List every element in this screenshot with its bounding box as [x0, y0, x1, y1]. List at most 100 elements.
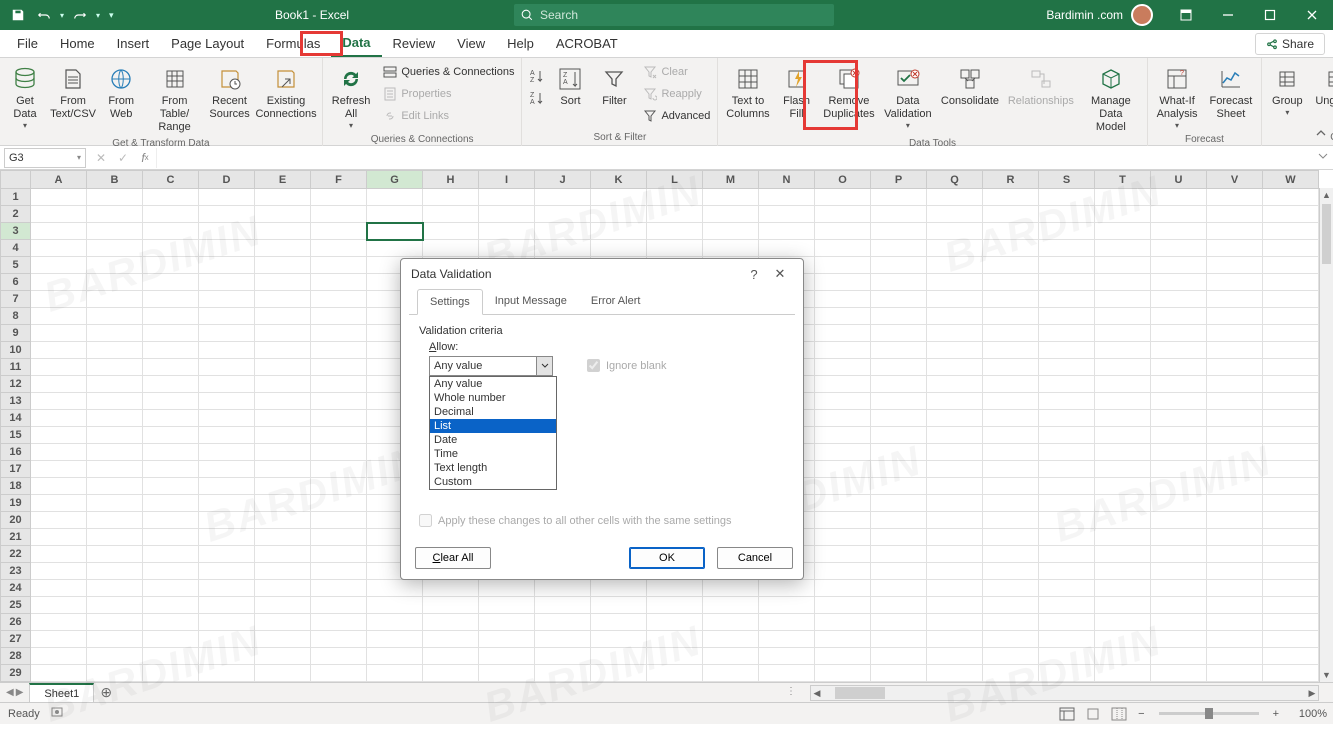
add-sheet-button[interactable]: ⊕ [94, 683, 118, 702]
column-header[interactable]: D [199, 171, 255, 189]
cell[interactable] [815, 206, 871, 223]
column-header[interactable]: P [871, 171, 927, 189]
group-rows-button[interactable]: Group▾ [1266, 62, 1308, 119]
cell[interactable] [1263, 257, 1319, 274]
cell[interactable] [983, 308, 1039, 325]
cell[interactable] [199, 223, 255, 240]
cell[interactable] [871, 665, 927, 682]
cell[interactable] [311, 189, 367, 206]
column-header[interactable]: E [255, 171, 311, 189]
chevron-down-icon[interactable]: ▾ [77, 153, 81, 162]
cell[interactable] [87, 342, 143, 359]
cell[interactable] [815, 580, 871, 597]
cell[interactable] [1263, 665, 1319, 682]
cell[interactable] [143, 257, 199, 274]
cell[interactable] [1207, 427, 1263, 444]
cell[interactable] [983, 665, 1039, 682]
cell[interactable] [143, 529, 199, 546]
cell[interactable] [1095, 359, 1151, 376]
cell[interactable] [815, 546, 871, 563]
cell[interactable] [815, 563, 871, 580]
cell[interactable] [1151, 410, 1207, 427]
cell[interactable] [31, 223, 87, 240]
minimize-button[interactable] [1207, 0, 1249, 30]
cell[interactable] [1039, 410, 1095, 427]
cell[interactable] [255, 189, 311, 206]
cell[interactable] [871, 563, 927, 580]
column-header[interactable]: N [759, 171, 815, 189]
cell[interactable] [927, 393, 983, 410]
recent-sources-button[interactable]: RecentSources [207, 62, 252, 123]
cell[interactable] [31, 529, 87, 546]
cell[interactable] [1207, 512, 1263, 529]
column-header[interactable]: G [367, 171, 423, 189]
cell[interactable] [423, 206, 479, 223]
cell[interactable] [143, 359, 199, 376]
row-header[interactable]: 1 [1, 189, 31, 206]
cell[interactable] [311, 478, 367, 495]
cell[interactable] [1263, 240, 1319, 257]
cell[interactable] [871, 580, 927, 597]
cell[interactable] [423, 580, 479, 597]
text-to-columns-button[interactable]: Text toColumns [722, 62, 773, 123]
cell[interactable] [1263, 376, 1319, 393]
cell[interactable] [1207, 393, 1263, 410]
cell[interactable] [927, 325, 983, 342]
cell[interactable] [31, 546, 87, 563]
cell[interactable] [367, 206, 423, 223]
cell[interactable] [871, 223, 927, 240]
data-validation-button[interactable]: DataValidation▾ [880, 62, 935, 132]
cell[interactable] [1263, 427, 1319, 444]
cell[interactable] [1207, 410, 1263, 427]
cell[interactable] [31, 206, 87, 223]
cell[interactable] [815, 223, 871, 240]
cell[interactable] [1095, 563, 1151, 580]
cell[interactable] [815, 512, 871, 529]
allow-options-listbox[interactable]: Any valueWhole numberDecimalListDateTime… [429, 376, 557, 490]
cell[interactable] [87, 308, 143, 325]
cell[interactable] [1095, 665, 1151, 682]
cell[interactable] [703, 648, 759, 665]
cell[interactable] [1151, 223, 1207, 240]
cell[interactable] [87, 240, 143, 257]
cell[interactable] [759, 580, 815, 597]
cell[interactable] [871, 546, 927, 563]
cell[interactable] [311, 240, 367, 257]
cell[interactable] [1207, 648, 1263, 665]
cell[interactable] [815, 291, 871, 308]
cell[interactable] [199, 410, 255, 427]
cell[interactable] [871, 376, 927, 393]
select-all-corner[interactable] [1, 171, 31, 189]
cell[interactable] [815, 631, 871, 648]
cell[interactable] [927, 631, 983, 648]
cell[interactable] [31, 597, 87, 614]
sort-az-button[interactable]: AZ [529, 66, 547, 86]
cell[interactable] [199, 342, 255, 359]
cell[interactable] [367, 189, 423, 206]
cell[interactable] [143, 461, 199, 478]
cell[interactable] [199, 444, 255, 461]
cell[interactable] [535, 614, 591, 631]
cell[interactable] [815, 597, 871, 614]
cell[interactable] [983, 512, 1039, 529]
cell[interactable] [1095, 444, 1151, 461]
cell[interactable] [647, 240, 703, 257]
cell[interactable] [1039, 359, 1095, 376]
cell[interactable] [1207, 614, 1263, 631]
cell[interactable] [1095, 495, 1151, 512]
cell[interactable] [31, 359, 87, 376]
cell[interactable] [255, 376, 311, 393]
row-header[interactable]: 9 [1, 325, 31, 342]
cell[interactable] [1095, 614, 1151, 631]
row-header[interactable]: 7 [1, 291, 31, 308]
cell[interactable] [479, 665, 535, 682]
refresh-all-button[interactable]: RefreshAll▾ [327, 62, 376, 132]
cell[interactable] [311, 580, 367, 597]
cell[interactable] [311, 631, 367, 648]
cell[interactable] [927, 189, 983, 206]
cell[interactable] [479, 580, 535, 597]
cell[interactable] [143, 546, 199, 563]
existing-connections-button[interactable]: ExistingConnections [254, 62, 318, 123]
cell[interactable] [647, 206, 703, 223]
allow-option[interactable]: Date [430, 433, 556, 447]
